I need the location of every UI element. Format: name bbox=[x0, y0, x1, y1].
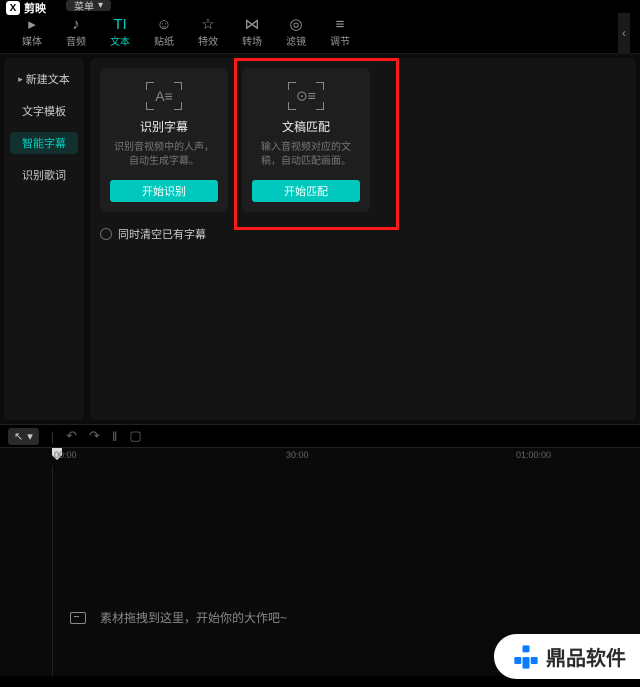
title-bar: X 剪映 菜单 ▾ bbox=[0, 0, 640, 12]
cards-row: A≡ 识别字幕 识别音视频中的人声，自动生成字幕。 开始识别 ⊙≡ 文稿匹配 输… bbox=[100, 68, 626, 212]
scan-text-icon: A≡ bbox=[146, 82, 182, 110]
tab-audio[interactable]: ♪ 音频 bbox=[54, 12, 98, 54]
tab-label: 音频 bbox=[66, 33, 86, 48]
sidebar-item-label: 智能字幕 bbox=[22, 135, 66, 151]
main-panel: A≡ 识别字幕 识别音视频中的人声，自动生成字幕。 开始识别 ⊙≡ 文稿匹配 输… bbox=[90, 58, 636, 420]
sidebar-item-new-text[interactable]: 新建文本 bbox=[10, 68, 78, 90]
tab-label: 媒体 bbox=[22, 33, 42, 48]
ruler-tick: 00:00 bbox=[54, 450, 77, 460]
start-match-button[interactable]: 开始匹配 bbox=[252, 180, 360, 202]
timeline-ruler[interactable]: 00:00 30:00 01:00:00 bbox=[0, 448, 640, 466]
tab-effects[interactable]: ☆ 特效 bbox=[186, 12, 230, 54]
content-area: 新建文本 文字模板 智能字幕 识别歌词 A≡ 识别字幕 识别音视频中的人声，自动… bbox=[0, 54, 640, 424]
sidebar-item-lyrics[interactable]: 识别歌词 bbox=[10, 164, 78, 186]
sidebar-item-template[interactable]: 文字模板 bbox=[10, 100, 78, 122]
watermark-badge: 鼎品软件 bbox=[494, 634, 640, 679]
tab-sticker[interactable]: ☺ 贴纸 bbox=[142, 12, 186, 54]
sidebar-item-label: 新建文本 bbox=[26, 71, 70, 87]
tab-label: 滤镜 bbox=[286, 33, 306, 48]
ruler-tick: 01:00:00 bbox=[516, 450, 551, 460]
card-description: 识别音视频中的人声，自动生成字幕。 bbox=[110, 141, 218, 180]
media-placeholder-icon bbox=[70, 612, 86, 624]
redo-button[interactable]: ↷ bbox=[89, 428, 100, 444]
scan-clock-icon: ⊙≡ bbox=[288, 82, 324, 110]
chevron-down-icon: ▾ bbox=[98, 0, 103, 11]
tab-filter[interactable]: ◎ 滤镜 bbox=[274, 12, 318, 54]
card-description: 输入音视频对应的文稿，自动匹配画面。 bbox=[252, 141, 360, 180]
watermark-text: 鼎品软件 bbox=[546, 642, 626, 671]
card-title: 识别字幕 bbox=[140, 118, 188, 135]
transition-icon: ⋈ bbox=[245, 17, 260, 32]
tab-text[interactable]: TI 文本 bbox=[98, 12, 142, 54]
drop-hint: 素材拖拽到这里，开始你的大作吧~ bbox=[70, 609, 620, 626]
main-tabs: ▸ 媒体 ♪ 音频 TI 文本 ☺ 贴纸 ☆ 特效 ⋈ 转场 ◎ 滤镜 ≡ 调节… bbox=[0, 12, 640, 54]
sidebar-item-label: 文字模板 bbox=[22, 103, 66, 119]
audio-icon: ♪ bbox=[72, 17, 80, 32]
tab-label: 文本 bbox=[110, 33, 130, 48]
radio-icon bbox=[100, 228, 112, 240]
adjust-icon: ≡ bbox=[336, 17, 345, 32]
drop-hint-text: 素材拖拽到这里，开始你的大作吧~ bbox=[100, 609, 287, 626]
start-recognize-button[interactable]: 开始识别 bbox=[110, 180, 218, 202]
text-sidebar: 新建文本 文字模板 智能字幕 识别歌词 bbox=[4, 58, 84, 420]
text-icon: TI bbox=[113, 17, 126, 32]
checkbox-label: 同时清空已有字幕 bbox=[118, 226, 206, 242]
card-recognize-subtitle: A≡ 识别字幕 识别音视频中的人声，自动生成字幕。 开始识别 bbox=[100, 68, 228, 212]
tab-label: 贴纸 bbox=[154, 33, 174, 48]
card-title: 文稿匹配 bbox=[282, 118, 330, 135]
tab-label: 转场 bbox=[242, 33, 262, 48]
tab-label: 特效 bbox=[198, 33, 218, 48]
tab-media[interactable]: ▸ 媒体 bbox=[10, 12, 54, 54]
chevron-down-icon: ▾ bbox=[27, 430, 33, 443]
media-icon: ▸ bbox=[28, 17, 36, 32]
delete-button[interactable]: ▢ bbox=[129, 428, 141, 444]
timeline-toolbar: ↖ ▾ | ↶ ↷ ‖ ▢ bbox=[0, 424, 640, 448]
undo-button[interactable]: ↶ bbox=[66, 428, 77, 444]
separator: | bbox=[51, 429, 54, 444]
clear-existing-checkbox[interactable]: 同时清空已有字幕 bbox=[100, 226, 626, 242]
split-button[interactable]: ‖ bbox=[112, 429, 117, 444]
pointer-icon: ↖ bbox=[14, 430, 23, 443]
sticker-icon: ☺ bbox=[156, 17, 171, 32]
watermark-icon bbox=[512, 643, 540, 671]
tab-label: 调节 bbox=[330, 33, 350, 48]
tab-adjust[interactable]: ≡ 调节 bbox=[318, 12, 362, 54]
pointer-tool[interactable]: ↖ ▾ bbox=[8, 428, 39, 445]
sidebar-item-smart-subtitle[interactable]: 智能字幕 bbox=[10, 132, 78, 154]
card-script-match: ⊙≡ 文稿匹配 输入音视频对应的文稿，自动匹配画面。 开始匹配 bbox=[242, 68, 370, 212]
sidebar-item-label: 识别歌词 bbox=[22, 167, 66, 183]
tab-transition[interactable]: ⋈ 转场 bbox=[230, 12, 274, 54]
filter-icon: ◎ bbox=[289, 17, 302, 32]
effects-icon: ☆ bbox=[201, 17, 214, 32]
ruler-tick: 30:00 bbox=[286, 450, 309, 460]
menu-dropdown[interactable]: 菜单 ▾ bbox=[66, 0, 111, 11]
panel-toggle[interactable]: ‹ bbox=[618, 13, 630, 53]
